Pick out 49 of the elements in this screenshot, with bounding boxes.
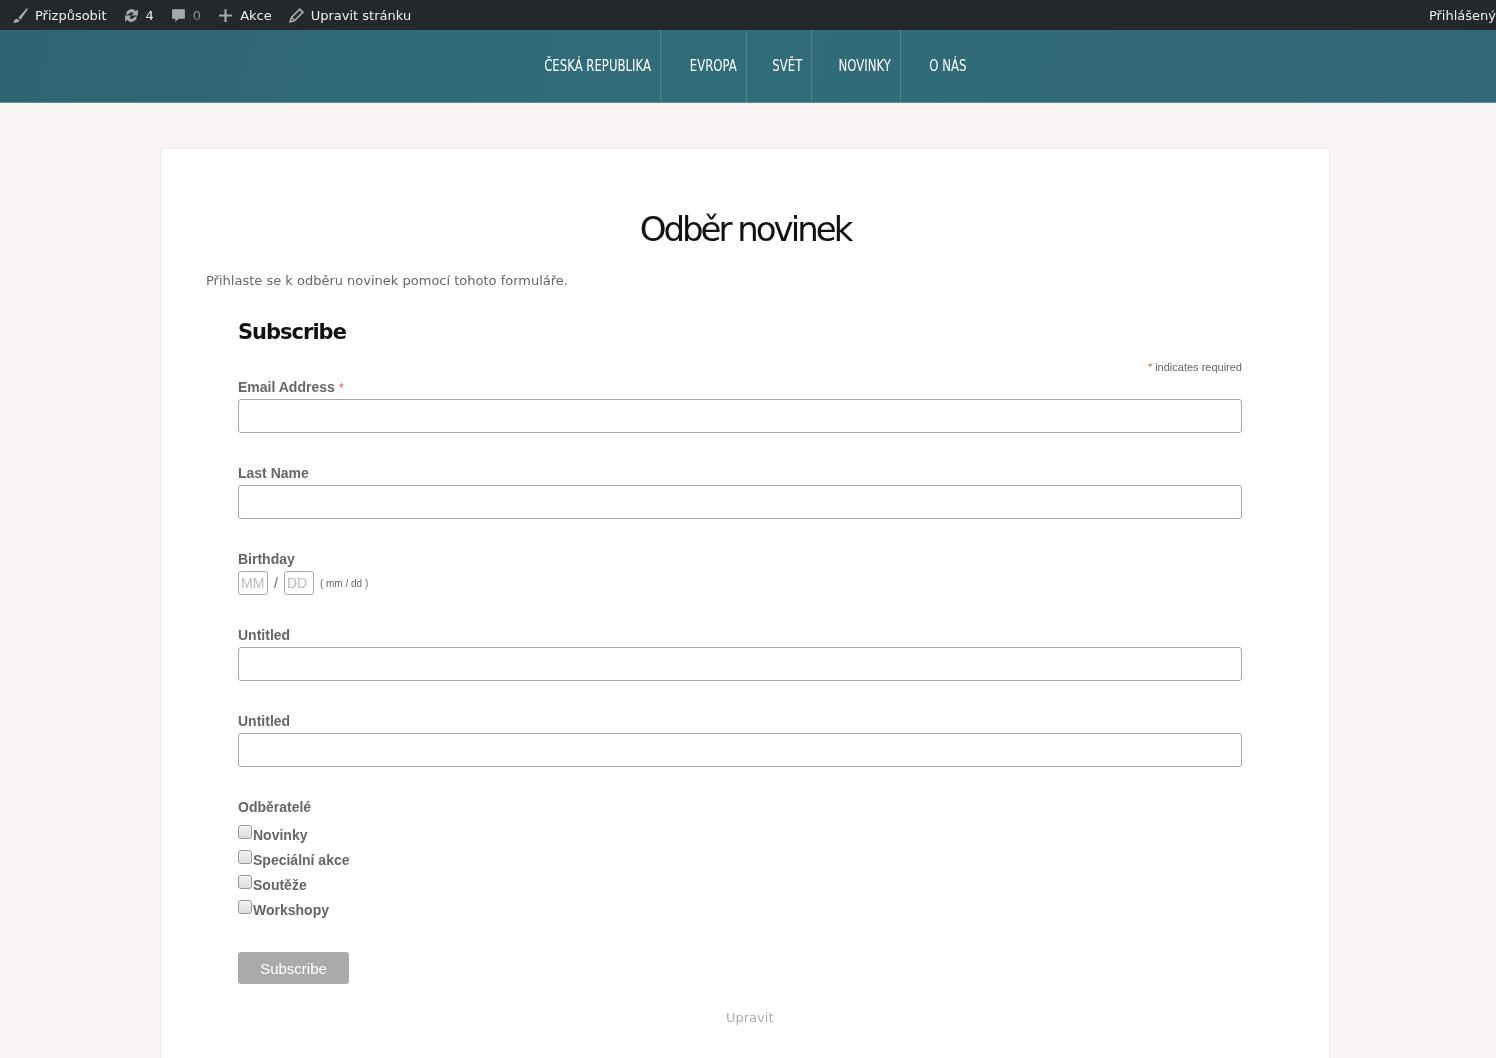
checkbox[interactable] [238,900,252,914]
nav-link[interactable]: O NÁS [919,30,976,102]
pencil-icon [287,6,305,24]
field-label: Untitled [238,713,291,729]
day-field[interactable]: DD [283,571,314,595]
nav-link[interactable]: NOVINKY [829,30,902,102]
page-title: Odběr novinek [638,209,852,249]
input-field[interactable] [238,485,1242,519]
field-label: Email Address [238,379,335,395]
toolbar-label: Akce [240,7,272,23]
field-label: Birthday [238,551,295,567]
date-hint: ( mm / dd ) [319,577,369,589]
field-label: Odběratelé [238,799,312,815]
account-link[interactable]: Přihlášený [1428,7,1496,23]
month-field[interactable]: MM [238,571,268,595]
sync-icon [122,6,140,24]
toolbar-label: Přizpůsobit [35,7,107,23]
comment-icon [169,6,187,24]
toolbar-label: 0 [192,7,202,23]
checkbox[interactable] [238,850,252,864]
required-mark: * [1147,361,1153,373]
field-label: Untitled [238,627,291,643]
input-field[interactable] [238,647,1242,681]
input-field[interactable] [238,733,1242,767]
field-label: Last Name [238,465,309,481]
toolbar-item[interactable]: Přizpůsobit [4,6,115,24]
nav-link[interactable]: SVĚT [763,30,813,102]
toolbar-item[interactable]: 4 [114,6,162,24]
checkbox-label: Workshopy [253,902,329,918]
brush-icon [12,6,29,24]
toolbar-label: Upravit stránku [310,7,412,23]
date-separator: / [274,575,278,591]
intro-text: Přihlaste se k odběru novinek pomocí tohoto formuláře. [206,273,569,288]
checkbox-label: Novinky [253,827,308,843]
checkbox-label: Speciální akce [253,852,350,868]
checkbox[interactable] [238,875,252,889]
required-mark: * [338,380,344,395]
checkbox-label: Soutěže [253,877,307,893]
toolbar-label: 4 [145,7,154,23]
toolbar-item[interactable]: Akce [209,6,280,24]
nav-link[interactable]: ČESKÁ REPUBLIKA [534,30,661,102]
toolbar-item[interactable]: 0 [161,6,210,24]
nav-link[interactable]: EVROPA [680,30,747,102]
checkbox[interactable] [238,825,252,839]
toolbar-item[interactable]: Upravit stránku [279,6,420,24]
input-field[interactable] [238,399,1242,433]
form-heading: Subscribe [238,320,347,344]
required-note: indicates required [1155,361,1242,373]
plus-icon [217,6,235,24]
